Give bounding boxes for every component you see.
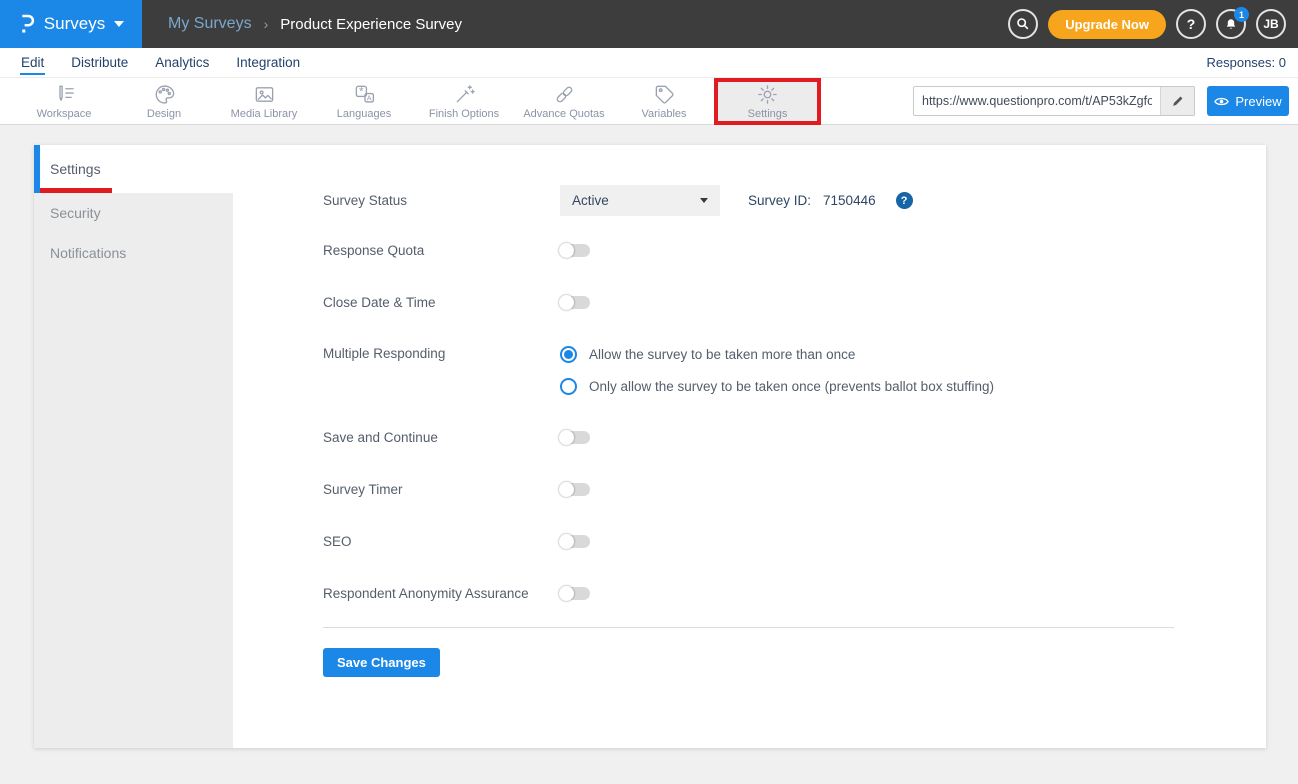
close-date-toggle[interactable] <box>560 296 590 309</box>
save-continue-row: Save and Continue <box>323 429 1174 445</box>
multiple-responding-row: Multiple Responding Allow the survey to … <box>323 346 1174 395</box>
toolbar-item-advance-quotas[interactable]: Advance Quotas <box>514 78 614 125</box>
tab-analytics[interactable]: Analytics <box>154 50 210 75</box>
chevron-down-icon <box>700 198 708 203</box>
palette-icon <box>153 83 176 106</box>
survey-id-group: Survey ID: 7150446 ? <box>748 192 913 209</box>
sidebar-item-security[interactable]: Security <box>34 193 233 233</box>
multiple-responding-options: Allow the survey to be taken more than o… <box>560 346 994 395</box>
toolbar-item-media-library[interactable]: Media Library <box>214 78 314 125</box>
upgrade-now-button[interactable]: Upgrade Now <box>1048 10 1166 39</box>
edit-toolbar: Workspace Design Media Library * A Langu… <box>0 78 1298 125</box>
survey-status-row: Survey Status Active Survey ID: 7150446 … <box>323 185 1174 216</box>
help-button[interactable]: ? <box>1176 9 1206 39</box>
search-icon <box>1015 16 1031 32</box>
magic-wand-icon <box>453 83 476 106</box>
survey-id-label: Survey ID: <box>748 193 811 208</box>
response-quota-toggle[interactable] <box>560 244 590 257</box>
toolbar-item-finish-options[interactable]: Finish Options <box>414 78 514 125</box>
survey-id-help-icon[interactable]: ? <box>896 192 913 209</box>
anonymity-row: Respondent Anonymity Assurance <box>323 585 1174 601</box>
toolbar-item-variables[interactable]: Variables <box>614 78 714 125</box>
seo-row: SEO <box>323 533 1174 549</box>
survey-timer-label: Survey Timer <box>323 482 560 497</box>
radio-button <box>560 378 577 395</box>
survey-id-value: 7150446 <box>823 193 876 208</box>
responses-count: Responses: 0 <box>1207 55 1298 70</box>
toolbar-item-design[interactable]: Design <box>114 78 214 125</box>
notifications-button[interactable]: 1 <box>1216 9 1246 39</box>
avatar-initials: JB <box>1263 17 1278 31</box>
question-mark-icon: ? <box>1187 16 1196 32</box>
breadcrumb-my-surveys[interactable]: My Surveys <box>168 15 252 33</box>
close-date-label: Close Date & Time <box>323 295 560 310</box>
tag-icon <box>653 83 676 106</box>
notification-count-badge: 1 <box>1234 7 1249 22</box>
response-quota-label: Response Quota <box>323 243 560 258</box>
multiple-responding-label: Multiple Responding <box>323 346 560 361</box>
save-continue-toggle[interactable] <box>560 431 590 444</box>
avatar[interactable]: JB <box>1256 9 1286 39</box>
workspace-icon <box>53 83 76 106</box>
eye-icon <box>1214 96 1229 107</box>
svg-text:A: A <box>366 94 371 102</box>
product-switcher[interactable]: Surveys <box>0 0 142 48</box>
translate-icon: * A <box>353 83 376 106</box>
survey-status-label: Survey Status <box>323 193 560 208</box>
radio-button-selected <box>560 346 577 363</box>
main-content: Settings Security Notifications Survey S… <box>0 125 1298 748</box>
radio-only-once[interactable]: Only allow the survey to be taken once (… <box>560 378 994 395</box>
questionpro-logo-icon <box>18 13 35 35</box>
search-button[interactable] <box>1008 9 1038 39</box>
anonymity-label: Respondent Anonymity Assurance <box>323 586 560 601</box>
survey-timer-row: Survey Timer <box>323 481 1174 497</box>
sidebar-item-notifications[interactable]: Notifications <box>34 233 233 273</box>
tab-distribute[interactable]: Distribute <box>70 50 129 75</box>
settings-card: Settings Security Notifications Survey S… <box>34 145 1266 748</box>
seo-label: SEO <box>323 534 560 549</box>
top-header: Surveys My Surveys › Product Experience … <box>0 0 1298 48</box>
survey-timer-toggle[interactable] <box>560 483 590 496</box>
survey-url-group: Preview <box>913 86 1298 116</box>
breadcrumb-separator: › <box>264 16 269 32</box>
annotation-highlight-settings: Settings <box>714 78 821 125</box>
tab-edit[interactable]: Edit <box>20 50 45 75</box>
toolbar-item-workspace[interactable]: Workspace <box>14 78 114 125</box>
toolbar-item-settings[interactable]: Settings <box>718 82 817 121</box>
pencil-icon <box>1171 94 1185 108</box>
form-divider <box>323 627 1174 628</box>
anonymity-toggle[interactable] <box>560 587 590 600</box>
gear-icon <box>756 83 779 106</box>
survey-url-field <box>913 86 1195 116</box>
breadcrumb: My Surveys › Product Experience Survey <box>168 15 462 33</box>
sidebar-item-settings[interactable]: Settings <box>34 145 233 193</box>
tab-integration[interactable]: Integration <box>235 50 301 75</box>
response-quota-row: Response Quota <box>323 242 1174 258</box>
preview-button[interactable]: Preview <box>1207 86 1289 116</box>
settings-sidebar: Settings Security Notifications <box>34 145 233 748</box>
header-actions: Upgrade Now ? 1 JB <box>1008 9 1298 39</box>
save-continue-label: Save and Continue <box>323 430 560 445</box>
chain-link-icon <box>553 83 576 106</box>
save-changes-button[interactable]: Save Changes <box>323 648 440 677</box>
image-icon <box>253 83 276 106</box>
product-name: Surveys <box>44 14 105 34</box>
radio-allow-multiple[interactable]: Allow the survey to be taken more than o… <box>560 346 994 363</box>
svg-text:*: * <box>359 86 364 98</box>
close-date-row: Close Date & Time <box>323 294 1174 310</box>
edit-url-button[interactable] <box>1160 87 1194 115</box>
main-nav: Edit Distribute Analytics Integration Re… <box>0 48 1298 78</box>
page-title: Product Experience Survey <box>280 16 462 33</box>
survey-status-select[interactable]: Active <box>560 185 720 216</box>
chevron-down-icon <box>114 21 124 27</box>
annotation-underline-settings <box>40 188 112 193</box>
survey-url-input[interactable] <box>914 87 1160 115</box>
toolbar-item-languages[interactable]: * A Languages <box>314 78 414 125</box>
settings-form: Survey Status Active Survey ID: 7150446 … <box>233 145 1266 748</box>
seo-toggle[interactable] <box>560 535 590 548</box>
